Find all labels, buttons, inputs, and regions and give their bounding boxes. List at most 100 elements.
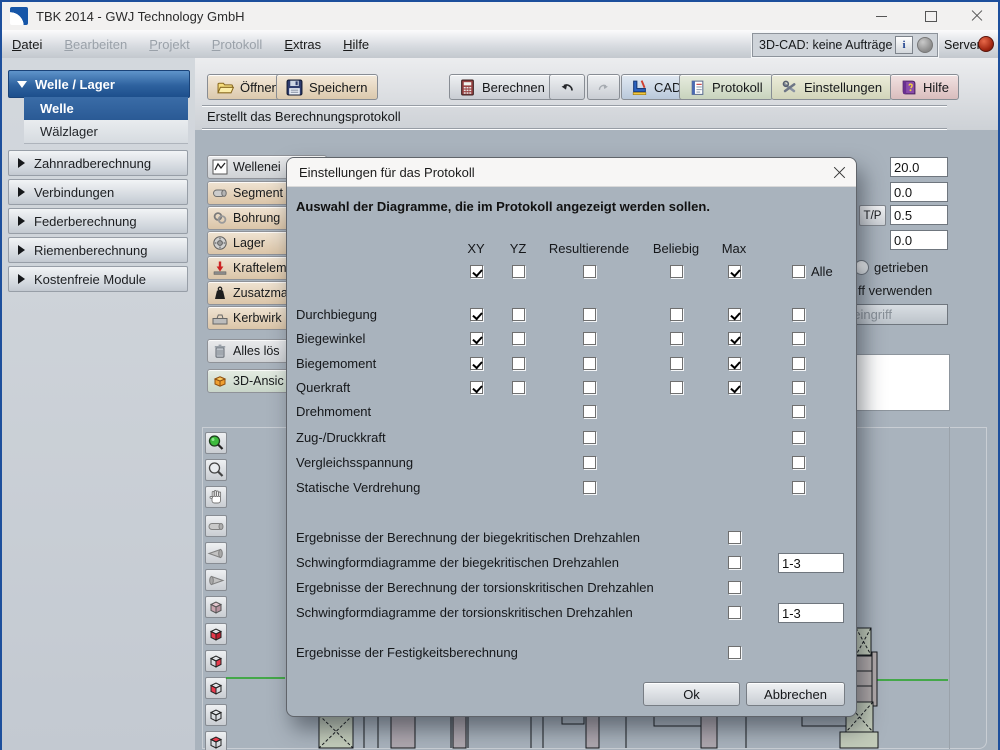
pan-tool[interactable] [205,486,227,508]
checkbox[interactable] [728,332,741,345]
checkbox[interactable] [583,381,596,394]
form-field-4[interactable] [890,230,948,250]
checkbox[interactable] [470,381,483,394]
checkbox[interactable] [512,357,525,370]
protocol-button[interactable]: Protokoll [679,74,773,100]
checkbox[interactable] [670,357,683,370]
maximize-button[interactable] [916,7,946,25]
help-button[interactable]: Hilfe [890,74,959,100]
checkbox[interactable] [728,357,741,370]
zoom-in-tool[interactable] [205,432,227,454]
range-field-biegekritisch[interactable] [778,553,844,573]
info-button[interactable]: i [895,36,913,54]
curve-chart-icon [212,159,228,175]
form-field-3[interactable] [890,205,948,225]
checkbox-alle[interactable] [792,265,805,278]
col-header-max: Max [722,241,747,256]
checkbox[interactable] [670,381,683,394]
checkbox[interactable] [792,332,805,345]
cube-right-face-tool[interactable] [205,650,227,672]
checkbox[interactable] [792,481,805,494]
checkbox[interactable] [728,556,741,569]
checkbox[interactable] [792,456,805,469]
calculate-button[interactable]: Berechnen [449,74,555,100]
checkbox[interactable] [728,606,741,619]
checkbox[interactable] [670,332,683,345]
checkbox-all-xy[interactable] [470,265,483,278]
sidebar-section-kostenfreie-module[interactable]: Kostenfreie Module [8,266,188,292]
cube-wireframe-tool[interactable] [205,704,227,726]
cube-red-top-icon [207,733,225,750]
tp-toggle-button[interactable]: T/P [859,205,886,226]
checkbox[interactable] [583,357,596,370]
checkbox[interactable] [470,357,483,370]
cube-left-face-tool[interactable] [205,677,227,699]
sidebar-section-zahnradberechnung[interactable]: Zahnradberechnung [8,150,188,176]
undo-button[interactable] [549,74,585,100]
sidebar-section-welle-lager[interactable]: Welle / Lager [8,70,190,98]
cube-front-face-tool[interactable] [205,623,227,645]
checkbox-all-bel[interactable] [670,265,683,278]
checkbox-all-res[interactable] [583,265,596,278]
cube-red-left-icon [207,679,225,697]
sidebar-section-riemenberechnung[interactable]: Riemenberechnung [8,237,188,263]
range-field-torsionskritisch[interactable] [778,603,844,623]
checkbox[interactable] [792,308,805,321]
close-button[interactable] [962,7,992,25]
checkbox[interactable] [512,381,525,394]
checkbox[interactable] [792,405,805,418]
chain-link-icon [212,210,228,226]
checkbox[interactable] [792,381,805,394]
menu-projekt: Projekt [149,37,189,52]
checkbox[interactable] [728,531,741,544]
dialog-close-icon[interactable] [833,166,846,179]
checkbox[interactable] [512,332,525,345]
sidebar-item-waelzlager[interactable]: Wälzlager [24,120,188,144]
zoom-tool[interactable] [205,459,227,481]
checkbox[interactable] [792,357,805,370]
save-button[interactable]: Speichern [276,74,378,100]
form-field-1[interactable] [890,157,948,177]
checkbox[interactable] [583,431,596,444]
checkbox[interactable] [728,381,741,394]
settings-button[interactable]: Einstellungen [771,74,892,100]
menu-datei[interactable]: Datei [12,37,42,52]
sidebar-section-federberechnung[interactable]: Federberechnung [8,208,188,234]
cube-solid-tool[interactable] [205,596,227,618]
row-label: Querkraft [296,380,350,395]
trash-icon [212,343,228,359]
tools-icon [781,79,798,96]
checkbox-all-max[interactable] [728,265,741,278]
checkbox[interactable] [583,456,596,469]
cancel-button[interactable]: Abbrechen [746,682,845,706]
cylinder-view-tool[interactable] [205,515,227,537]
checkbox[interactable] [583,308,596,321]
checkbox[interactable] [583,332,596,345]
mesh-field-disabled [842,304,948,325]
cone-right-icon [207,571,225,589]
checkbox[interactable] [728,581,741,594]
row-label: Zug-/Druckkraft [296,430,386,445]
form-field-2[interactable] [890,182,948,202]
checkbox[interactable] [728,308,741,321]
menu-hilfe[interactable]: Hilfe [343,37,369,52]
checkbox[interactable] [728,646,741,659]
checkbox-all-yz[interactable] [512,265,525,278]
cone-right-tool[interactable] [205,569,227,591]
server-status-indicator [978,36,994,52]
checkbox[interactable] [470,332,483,345]
cone-left-tool[interactable] [205,542,227,564]
menu-extras[interactable]: Extras [284,37,321,52]
minimize-button[interactable] [866,7,896,25]
cube-top-face-tool[interactable] [205,731,227,750]
checkbox[interactable] [470,308,483,321]
sidebar-item-welle[interactable]: Welle [24,97,188,120]
checkbox[interactable] [670,308,683,321]
ok-button[interactable]: Ok [643,682,740,706]
checkbox[interactable] [583,405,596,418]
cad-status-box: 3D-CAD: keine Aufträge i [752,33,938,57]
checkbox[interactable] [792,431,805,444]
checkbox[interactable] [512,308,525,321]
sidebar-section-verbindungen[interactable]: Verbindungen [8,179,188,205]
checkbox[interactable] [583,481,596,494]
